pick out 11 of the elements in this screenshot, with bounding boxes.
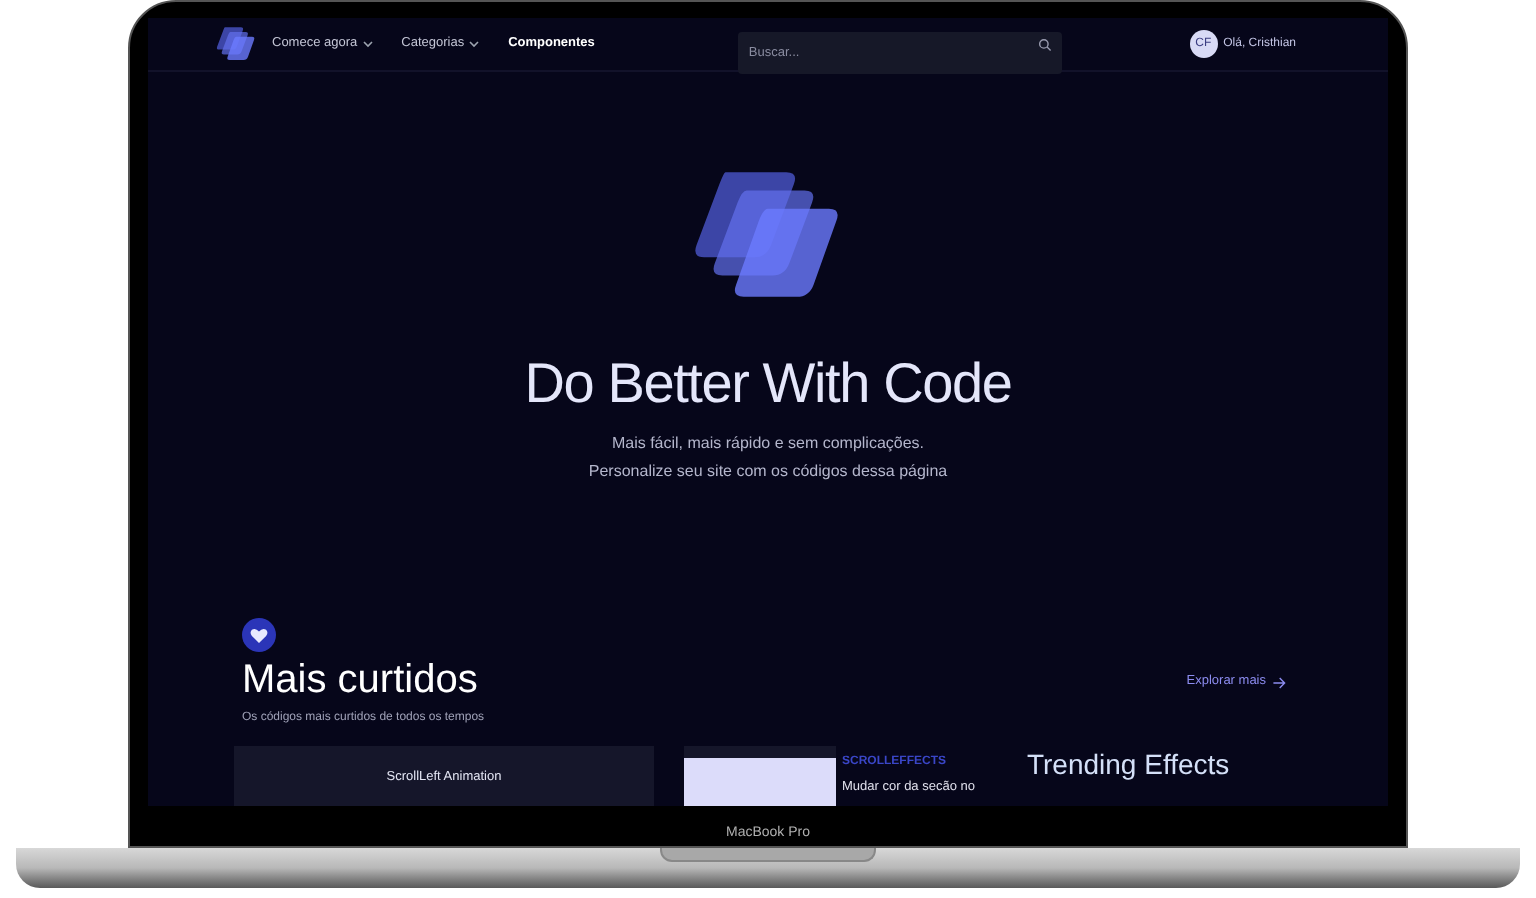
chevron-down-icon: [361, 40, 374, 48]
hero-subtitle: Mais fácil, mais rápido e sem complicações.: [611, 432, 925, 454]
section-title: Mais curtidos: [242, 656, 478, 704]
heart-icon: [250, 627, 268, 643]
hero-subtitle: Personalize seu site com os códigos dessa página: [588, 460, 948, 482]
search-icon: [1038, 37, 1053, 51]
chevron-down-icon: [468, 40, 481, 48]
hero-title: Do Better With Code: [524, 356, 1012, 412]
arrow-right-icon: [1272, 675, 1286, 690]
layers-logo-icon: [216, 24, 256, 64]
trending-title: Trending Effects: [1026, 748, 1230, 784]
